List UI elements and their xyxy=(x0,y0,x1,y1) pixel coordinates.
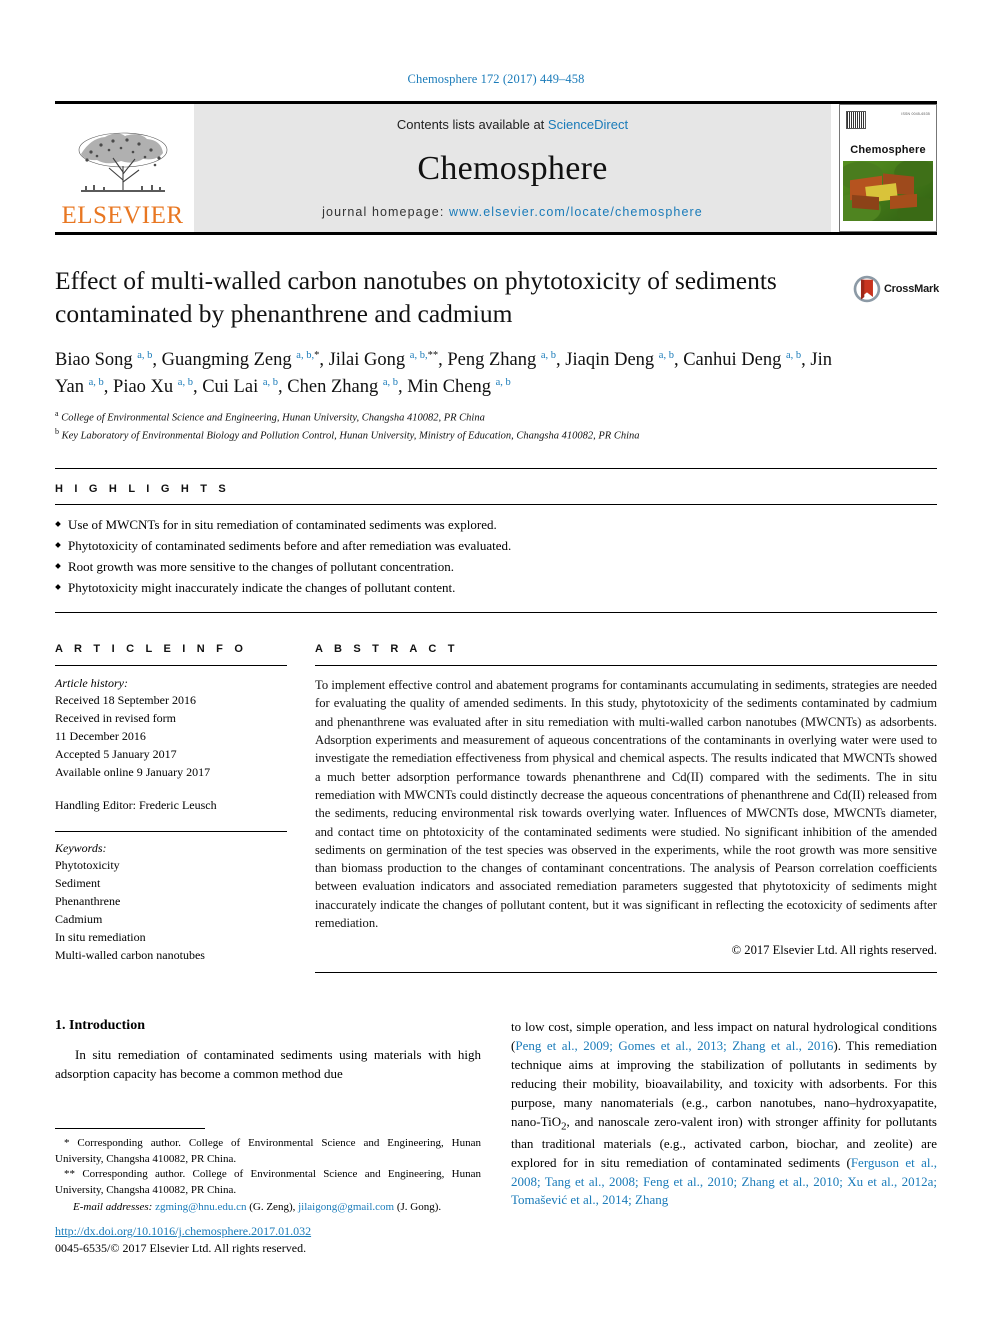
footnote-marker-1: * xyxy=(64,1137,70,1149)
article-history-label: Article history: xyxy=(55,676,128,691)
history-line: Accepted 5 January 2017 xyxy=(55,747,177,762)
email-link-2[interactable]: jilaigong@gmail.com xyxy=(298,1201,394,1213)
journal-cover-thumbnail[interactable]: ISSN 0045-6535 Chemosphere xyxy=(839,104,937,232)
contents-prefix: Contents lists available at xyxy=(396,117,548,132)
title-block: Effect of multi-walled carbon nanotubes … xyxy=(55,265,939,444)
doi-link[interactable]: http://dx.doi.org/10.1016/j.chemosphere.… xyxy=(55,1224,515,1239)
email-link-1[interactable]: zgming@hnu.edu.cn xyxy=(155,1201,246,1213)
highlights-bottom-rule xyxy=(55,612,937,614)
article-history-lines: Received 18 September 2016 Received in r… xyxy=(55,691,287,781)
keyword-item: Phenanthrene xyxy=(55,894,121,909)
abstract-bottom-rule xyxy=(315,972,937,974)
affiliation-a: a College of Environmental Science and E… xyxy=(55,408,485,424)
abstract-heading: A B S T R A C T xyxy=(315,643,459,656)
highlights-section: H I G H L I G H T S Use of MWCNTs for in… xyxy=(55,482,937,614)
copyright-line: © 2017 Elsevier Ltd. All rights reserved… xyxy=(731,943,937,958)
keyword-item: Multi-walled carbon nanotubes xyxy=(55,948,205,963)
footnote-rule xyxy=(55,1128,205,1129)
footnote-text-1: Corresponding author. College of Environ… xyxy=(55,1137,482,1165)
article-info-heading: A R T I C L E I N F O xyxy=(55,643,248,656)
running-head: Chemosphere 172 (2017) 449–458 xyxy=(407,72,585,86)
article-info-rule xyxy=(55,665,287,667)
homepage-prefix: journal homepage: xyxy=(322,205,449,219)
cover-artwork xyxy=(843,160,933,221)
introduction-paragraph-right: to low cost, simple operation, and less … xyxy=(511,1018,937,1210)
cover-issn-text: ISSN 0045-6535 xyxy=(901,112,930,116)
crossmark-badge[interactable]: CrossMark xyxy=(853,265,939,313)
doi-block: http://dx.doi.org/10.1016/j.chemosphere.… xyxy=(55,1224,515,1256)
cover-bottom-strip xyxy=(843,221,933,228)
keywords-rule xyxy=(55,831,287,833)
footnote-text-2: Corresponding author. College of Environ… xyxy=(55,1168,482,1196)
abstract-rule xyxy=(315,665,937,667)
email-owner-1: (G. Zeng), xyxy=(249,1201,296,1214)
handling-editor: Handling Editor: Frederic Leusch xyxy=(55,798,217,813)
cover-barcode-icon xyxy=(846,111,866,129)
highlights-top-rule xyxy=(55,467,937,469)
keyword-item: In situ remediation xyxy=(55,930,146,945)
info-abstract-row: A R T I C L E I N F O Article history: R… xyxy=(55,629,937,974)
article-page: Chemosphere 172 (2017) 449–458 ELSEVIER … xyxy=(0,0,992,1323)
page-title: Effect of multi-walled carbon nanotubes … xyxy=(55,266,777,328)
cover-journal-title: Chemosphere xyxy=(850,143,926,156)
contents-available-line: Contents lists available at ScienceDirec… xyxy=(397,117,628,132)
affiliation-b-text: Key Laboratory of Environmental Biology … xyxy=(61,430,640,442)
list-item: Use of MWCNTs for in situ remediation of… xyxy=(55,514,937,535)
affiliations: a College of Environmental Science and E… xyxy=(55,408,937,444)
keyword-item: Phytotoxicity xyxy=(55,858,120,873)
history-line: Received in revised form xyxy=(55,711,176,726)
elsevier-tree-icon xyxy=(78,132,167,192)
history-line: Received 18 September 2016 xyxy=(55,693,196,708)
affiliation-a-text: College of Environmental Science and Eng… xyxy=(61,412,485,424)
footnote-corresponding-2: ** Corresponding author. College of Envi… xyxy=(55,1167,481,1198)
list-item: Phytotoxicity might inaccurately indicat… xyxy=(55,577,937,598)
author-list: Biao Song a, b, Guangming Zeng a, b,*, J… xyxy=(55,350,832,397)
list-item: Root growth was more sensitive to the ch… xyxy=(55,556,937,577)
email-addresses-label: E-mail addresses: xyxy=(73,1201,153,1214)
elsevier-wordmark: ELSEVIER xyxy=(61,202,184,229)
masthead-center-panel: Contents lists available at ScienceDirec… xyxy=(194,104,831,232)
journal-masthead: ELSEVIER Contents lists available at Sci… xyxy=(55,101,937,232)
highlights-rule xyxy=(55,503,937,505)
keywords-list: Phytotoxicity Sediment Phenanthrene Cadm… xyxy=(55,856,287,964)
sciencedirect-link[interactable]: ScienceDirect xyxy=(548,117,628,132)
introduction-heading: 1. Introduction xyxy=(55,1018,145,1034)
crossmark-label: CrossMark xyxy=(883,283,939,295)
email-owner-2: (J. Gong). xyxy=(396,1201,442,1214)
footnote-marker-2: ** xyxy=(64,1168,75,1181)
homepage-url-link[interactable]: www.elsevier.com/locate/chemosphere xyxy=(449,205,703,219)
citation-link[interactable]: Peng et al., 2009; Gomes et al., 2013; Z… xyxy=(515,1038,833,1053)
keyword-item: Sediment xyxy=(55,876,101,891)
introduction-paragraph-left: In situ remediation of contaminated sedi… xyxy=(55,1047,481,1082)
highlights-heading: H I G H L I G H T S xyxy=(55,482,230,495)
abstract-column: A B S T R A C T To implement effective c… xyxy=(315,629,937,974)
history-line: Available online 9 January 2017 xyxy=(55,765,211,780)
keyword-item: Cadmium xyxy=(55,912,103,927)
issn-copyright-line: 0045-6535/© 2017 Elsevier Ltd. All right… xyxy=(55,1241,307,1255)
abstract-text: To implement effective control and abate… xyxy=(315,678,937,931)
masthead-bottom-rule xyxy=(55,232,937,235)
article-info-column: A R T I C L E I N F O Article history: R… xyxy=(55,629,287,973)
footnote-emails: E-mail addresses: zgming@hnu.edu.cn (G. … xyxy=(55,1200,481,1216)
affiliation-b: b Key Laboratory of Environmental Biolog… xyxy=(55,426,640,442)
journal-title: Chemosphere xyxy=(417,149,608,187)
footnotes-block: * Corresponding author. College of Envir… xyxy=(55,1128,481,1216)
list-item: Phytotoxicity of contaminated sediments … xyxy=(55,535,937,556)
elsevier-logo: ELSEVIER xyxy=(55,104,190,232)
highlights-list: Use of MWCNTs for in situ remediation of… xyxy=(55,514,937,598)
crossmark-icon xyxy=(853,275,881,303)
body-column-right: to low cost, simple operation, and less … xyxy=(511,1018,937,1210)
keywords-label: Keywords: xyxy=(55,841,107,856)
cover-top-band: ISSN 0045-6535 Chemosphere xyxy=(843,108,933,161)
footnote-corresponding-1: * Corresponding author. College of Envir… xyxy=(55,1136,481,1167)
journal-homepage-line: journal homepage: www.elsevier.com/locat… xyxy=(322,205,703,219)
history-line: 11 December 2016 xyxy=(55,729,146,744)
